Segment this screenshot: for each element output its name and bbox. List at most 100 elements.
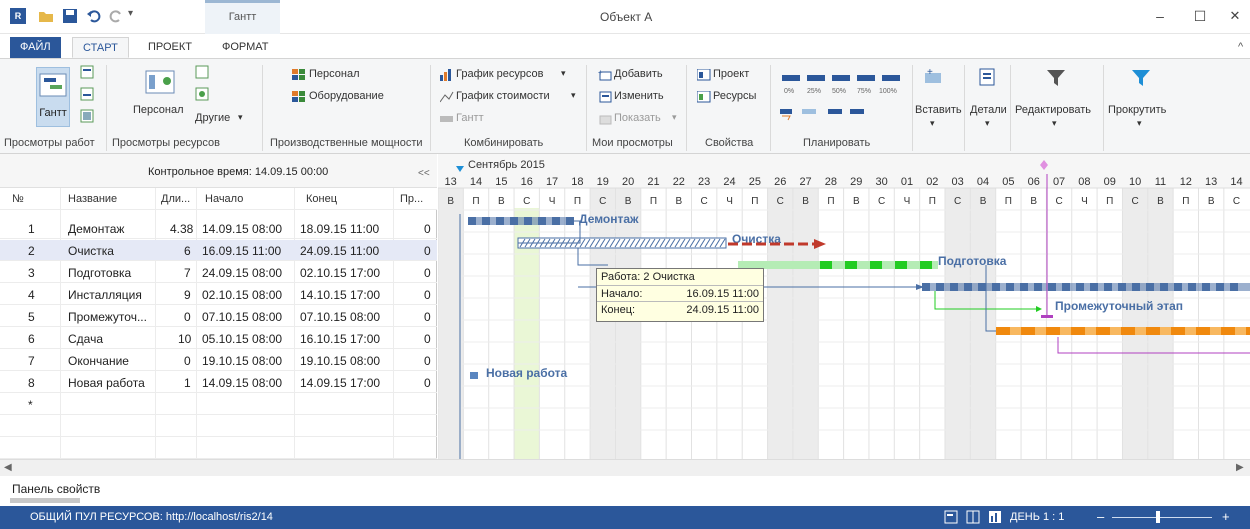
collapse-grid-button[interactable]: << — [418, 168, 430, 179]
tab-start[interactable]: СТАРТ — [72, 37, 129, 58]
table-row[interactable]: 5 Промежуточ... 0 07.10.15 08:00 07.10.1… — [0, 306, 437, 327]
header-duration[interactable]: Дли... — [161, 193, 190, 205]
row-progress[interactable]: 0 — [424, 266, 431, 280]
table-row[interactable]: 3 Подготовка 7 24.09.15 08:00 02.10.15 1… — [0, 262, 437, 283]
table-row[interactable]: 1 Демонтаж 4.38 14.09.15 08:00 18.09.15 … — [0, 218, 437, 239]
scroll-left-icon[interactable]: ◀ — [4, 462, 12, 473]
scroll-right-icon[interactable]: ▶ — [1236, 462, 1244, 473]
row-start[interactable]: 05.10.15 08:00 — [202, 332, 282, 346]
row-end[interactable]: 14.10.15 17:00 — [300, 288, 380, 302]
row-name[interactable]: Промежуточ... — [68, 310, 147, 324]
table-row[interactable]: 4 Инсталляция 9 02.10.15 08:00 14.10.15 … — [0, 284, 437, 305]
staff-button[interactable]: Персонал — [309, 68, 360, 80]
progress-buttons[interactable] — [780, 73, 902, 87]
view-normal-icon[interactable] — [944, 510, 958, 527]
table-row[interactable]: 8 Новая работа 1 14.09.15 08:00 14.09.15… — [0, 372, 437, 393]
zoom-slider-track[interactable] — [1112, 517, 1212, 518]
open-folder-icon[interactable] — [38, 8, 54, 24]
row-start[interactable]: 24.09.15 08:00 — [202, 266, 282, 280]
resource-small-icon-2[interactable] — [195, 87, 209, 104]
row-name[interactable]: Новая работа — [68, 376, 145, 390]
row-name[interactable]: Инсталляция — [68, 288, 142, 302]
resource-chart-button[interactable]: График ресурсов — [456, 68, 543, 80]
panel-resize-handle[interactable] — [10, 498, 80, 503]
row-end[interactable]: 18.09.15 11:00 — [300, 222, 379, 236]
row-end[interactable]: 14.09.15 17:00 — [300, 376, 380, 390]
other-views-dropdown[interactable]: Другие — [195, 112, 230, 124]
project-properties-button[interactable]: Проект — [713, 68, 749, 80]
table-row[interactable]: 6 Сдача 10 05.10.15 08:00 16.10.15 17:00… — [0, 328, 437, 349]
resources-properties-button[interactable]: Ресурсы — [713, 90, 756, 102]
resource-small-icon-1[interactable] — [195, 65, 209, 82]
row-progress[interactable]: 0 — [424, 310, 431, 324]
row-end[interactable]: 02.10.15 17:00 — [300, 266, 380, 280]
tab-file[interactable]: ФАЙЛ — [10, 37, 61, 58]
row-duration[interactable]: 0 — [184, 354, 191, 368]
header-num[interactable]: № — [12, 193, 24, 205]
row-progress[interactable]: 0 — [424, 332, 431, 346]
row-duration[interactable]: 6 — [184, 244, 191, 258]
add-view-button[interactable]: Добавить — [614, 68, 663, 80]
edit-view-button[interactable]: Изменить — [614, 90, 664, 102]
row-end[interactable]: 24.09.15 11:00 — [300, 244, 379, 258]
header-start[interactable]: Начало — [205, 193, 243, 205]
combine-gantt-button[interactable]: Гантт — [456, 112, 484, 124]
tab-format[interactable]: ФОРМАТ — [212, 37, 279, 58]
progress-75-button[interactable]: 75% — [857, 88, 871, 95]
view-chart-icon[interactable] — [988, 510, 1002, 527]
header-end[interactable]: Конец — [306, 193, 337, 205]
row-name[interactable]: Подготовка — [68, 266, 131, 280]
zoom-slider-thumb[interactable] — [1156, 511, 1160, 523]
view-small-icon-1[interactable] — [80, 65, 94, 82]
row-duration[interactable]: 9 — [184, 288, 191, 302]
new-row[interactable]: * — [0, 394, 437, 415]
table-row[interactable]: 7 Окончание 0 19.10.15 08:00 19.10.15 08… — [0, 350, 437, 371]
personal-view-icon[interactable] — [145, 69, 177, 98]
row-end[interactable]: 07.10.15 08:00 — [300, 310, 380, 324]
cost-chart-button[interactable]: График стоимости — [456, 90, 550, 102]
tab-project[interactable]: ПРОЕКТ — [138, 37, 202, 58]
header-progress[interactable]: Пр... — [400, 193, 423, 205]
row-progress[interactable]: 0 — [424, 244, 431, 258]
row-end[interactable]: 16.10.15 17:00 — [300, 332, 380, 346]
insert-button[interactable]: Вставить — [915, 104, 962, 116]
properties-panel[interactable]: Панель свойств — [0, 476, 1250, 506]
view-grid-icon[interactable] — [966, 510, 980, 527]
undo-icon[interactable] — [86, 8, 102, 24]
qat-menu-icon[interactable]: ▾ — [128, 8, 144, 24]
row-start[interactable]: 07.10.15 08:00 — [202, 310, 282, 324]
row-duration[interactable]: 0 — [184, 310, 191, 324]
horizontal-scrollbar[interactable]: ◀ ▶ — [0, 459, 1250, 476]
row-duration[interactable]: 7 — [184, 266, 191, 280]
row-progress[interactable]: 0 — [424, 376, 431, 390]
close-button[interactable]: ✕ — [1225, 8, 1245, 24]
row-name[interactable]: Окончание — [68, 354, 129, 368]
personal-view-button[interactable]: Персонал — [133, 104, 184, 116]
row-start[interactable]: 14.09.15 08:00 — [202, 376, 282, 390]
row-progress[interactable]: 0 — [424, 288, 431, 302]
row-duration[interactable]: 10 — [178, 332, 191, 346]
gantt-chart[interactable]: Сентябрь 2015 13 14 15 16 17 18 19 20 21 22 23 24 25… — [438, 154, 1250, 459]
progress-100-button[interactable]: 100% — [879, 88, 897, 95]
details-button[interactable]: Детали — [970, 104, 1007, 116]
row-start[interactable]: 14.09.15 08:00 — [202, 222, 282, 236]
edit-filter-button[interactable]: Редактировать — [1015, 104, 1091, 116]
zoom-out-button[interactable]: – — [1097, 509, 1104, 524]
view-small-icon-3[interactable] — [80, 109, 94, 126]
save-icon[interactable] — [62, 8, 78, 24]
minimize-button[interactable]: – — [1150, 8, 1170, 24]
row-name[interactable]: Очистка — [68, 244, 114, 258]
table-row[interactable]: 2 Очистка 6 16.09.15 11:00 24.09.15 11:0… — [0, 240, 437, 261]
row-progress[interactable]: 0 — [424, 222, 431, 236]
row-duration[interactable]: 1 — [184, 376, 191, 390]
zoom-in-button[interactable]: + — [1222, 509, 1230, 524]
row-start[interactable]: 19.10.15 08:00 — [202, 354, 282, 368]
scroll-button[interactable]: Прокрутить — [1108, 104, 1166, 116]
row-progress[interactable]: 0 — [424, 354, 431, 368]
collapse-ribbon-button[interactable]: ^ — [1228, 37, 1250, 58]
show-view-button[interactable]: Показать — [614, 112, 661, 124]
progress-0-button[interactable]: 0% — [784, 88, 794, 95]
progress-25-button[interactable]: 25% — [807, 88, 821, 95]
header-name[interactable]: Название — [68, 193, 117, 205]
row-end[interactable]: 19.10.15 08:00 — [300, 354, 380, 368]
